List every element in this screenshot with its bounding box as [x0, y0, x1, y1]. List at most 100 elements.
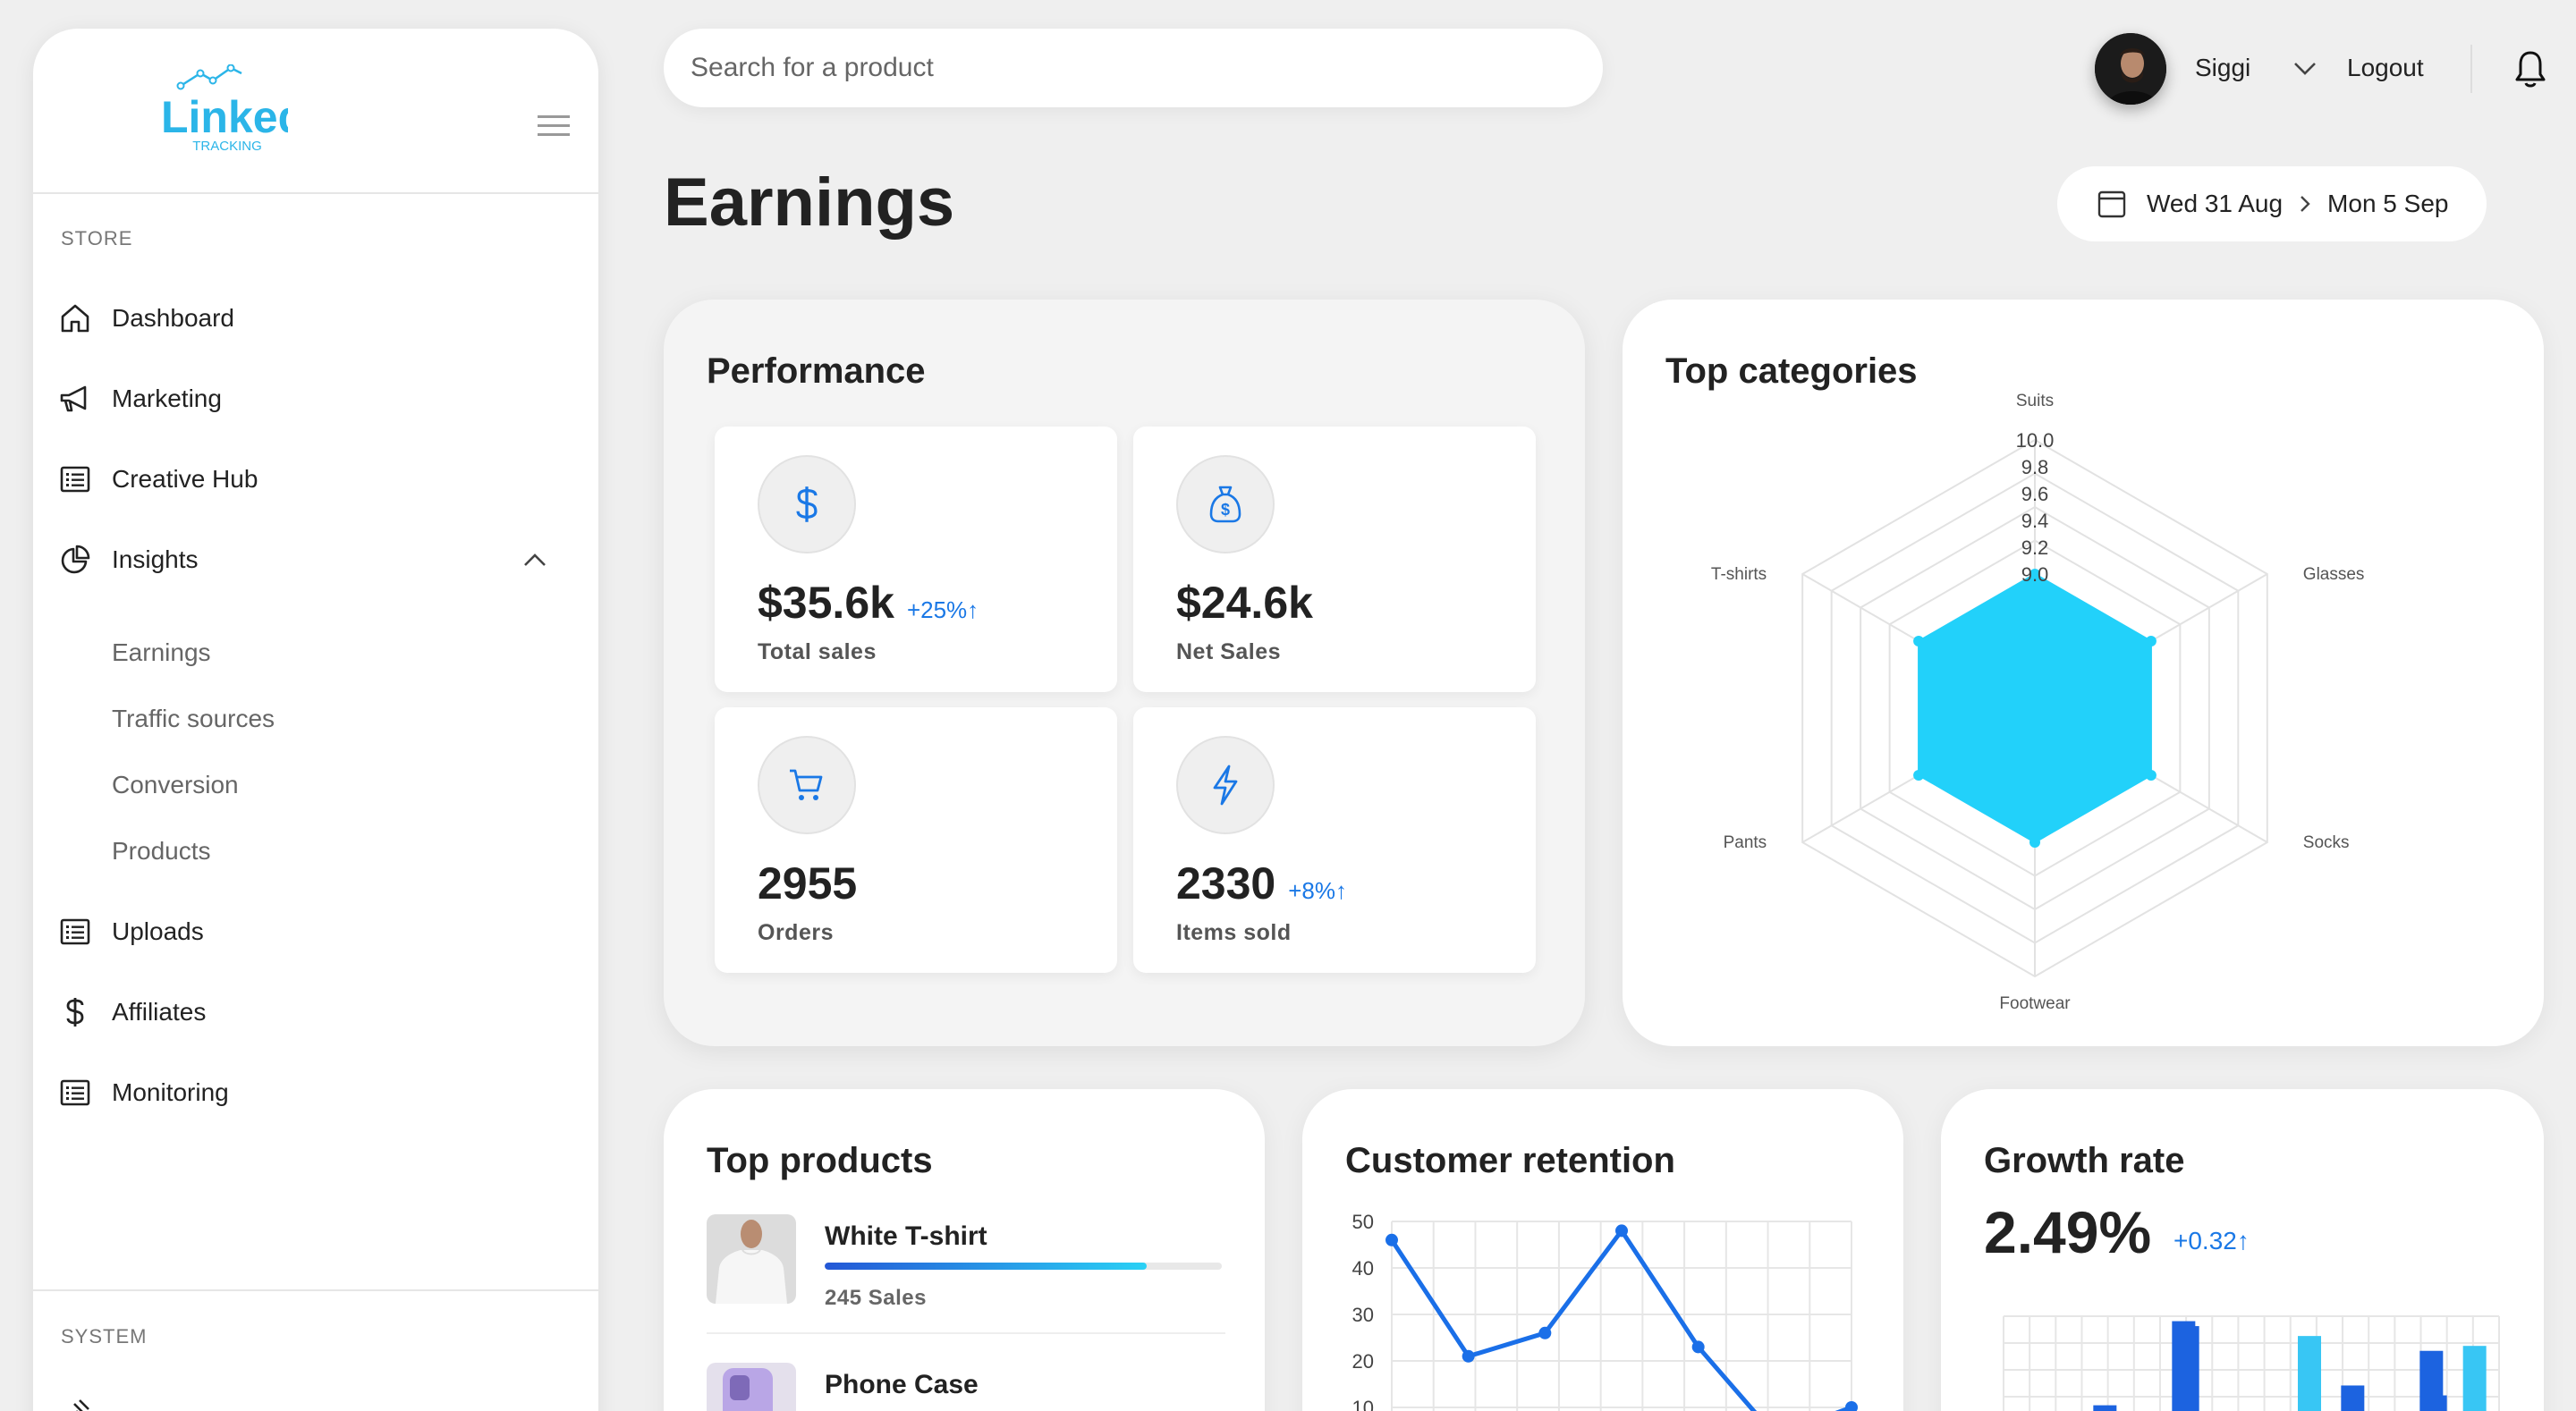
sidebar-item-insights[interactable]: Insights — [58, 533, 577, 587]
sidebar-item-dashboard[interactable]: Dashboard — [58, 291, 577, 345]
list-icon — [58, 1076, 92, 1110]
stat-card-orders[interactable]: 2955 Orders — [715, 707, 1117, 973]
svg-text:$: $ — [1221, 501, 1230, 519]
page-title: Earnings — [664, 165, 955, 241]
retention-point — [1845, 1401, 1858, 1411]
date-end: Mon 5 Sep — [2327, 190, 2449, 217]
top-products-card: Top products White T-shirt 245 Sales Pho… — [664, 1089, 1265, 1411]
product-image-white-tshirt — [707, 1214, 796, 1304]
y-tick-label: 50 — [1352, 1211, 1374, 1233]
sidebar-item-label: Uploads — [112, 917, 204, 945]
logo-text: Linked — [161, 92, 288, 142]
retention-point — [1691, 1340, 1705, 1354]
radar-point — [2145, 770, 2157, 781]
radar-tick-label: 9.8 — [2021, 456, 2049, 478]
stat-value: 2330 — [1176, 858, 1276, 908]
radar-chart: 9.0 9.2 9.4 9.6 9.8 10.0 Suits Glasses Socks Foot… — [1711, 392, 2365, 1013]
radar-point — [2029, 837, 2040, 848]
radar-tick-label: 9.6 — [2021, 483, 2049, 505]
retention-line — [1389, 1228, 1852, 1411]
radar-tick-label: 9.2 — [2021, 537, 2049, 559]
performance-title: Performance — [707, 351, 926, 391]
stat-label: Items sold — [1176, 920, 1292, 945]
radar-axis-label: T-shirts — [1711, 565, 1767, 584]
sidebar-item-label: Marketing — [112, 384, 222, 412]
pie-chart-icon — [58, 543, 92, 577]
growth-bar — [2298, 1336, 2321, 1411]
search-bar[interactable] — [664, 29, 1603, 107]
growth-bar — [2172, 1321, 2196, 1411]
growth-bar — [2419, 1350, 2444, 1411]
product-sales: 245 Sales — [825, 1286, 927, 1310]
radar-tick-label: 10.0 — [2016, 429, 2055, 452]
retention-point — [1615, 1224, 1628, 1238]
radar-axis-label: Footwear — [1999, 994, 2071, 1013]
product-row[interactable]: White T-shirt 245 Sales — [707, 1214, 1225, 1322]
chevron-up-icon[interactable] — [521, 547, 548, 574]
radar-point — [2145, 636, 2157, 646]
y-tick-label: 10 — [1352, 1397, 1374, 1411]
product-progress-bar — [825, 1263, 1222, 1270]
sidebar-subitem-products[interactable]: Products — [112, 837, 211, 866]
product-row[interactable]: Phone Case — [707, 1363, 1225, 1411]
sidebar-subitem-traffic-sources[interactable]: Traffic sources — [112, 705, 275, 733]
sidebar-item-affiliates[interactable]: Affiliates — [58, 985, 577, 1039]
home-icon — [58, 301, 92, 335]
extensions-icon — [73, 1399, 89, 1411]
stat-value: 2955 — [758, 858, 858, 908]
sidebar-item-label: Monitoring — [112, 1078, 229, 1106]
hamburger-menu-icon[interactable] — [538, 114, 570, 139]
sidebar-item-monitoring[interactable]: Monitoring — [58, 1066, 577, 1120]
megaphone-icon — [58, 382, 92, 416]
chevron-down-icon[interactable] — [2292, 55, 2318, 80]
performance-card: Performance $35.6k +25%↑ Total sales $ $2… — [664, 300, 1585, 1046]
sidebar-subitem-earnings[interactable]: Earnings — [112, 638, 211, 667]
y-tick-label: 30 — [1352, 1304, 1374, 1326]
list-icon — [58, 462, 92, 496]
linked-logo[interactable]: Linked TRACKING — [127, 64, 288, 172]
system-section-label: SYSTEM — [61, 1325, 148, 1348]
lightning-icon — [1176, 736, 1275, 834]
sidebar-item-creative-hub[interactable]: Creative Hub — [58, 452, 577, 506]
sidebar-item-label: Insights — [112, 545, 199, 573]
sidebar-item-uploads[interactable]: Uploads — [58, 905, 577, 959]
sidebar-item-marketing[interactable]: Marketing — [58, 372, 577, 426]
sidebar-item-label: Affiliates — [112, 998, 207, 1026]
store-section-label: STORE — [61, 227, 133, 249]
growth-bar-chart — [2003, 1315, 2500, 1411]
radar-point — [1913, 636, 1925, 646]
radar-tick-label: 9.4 — [2021, 510, 2049, 532]
y-tick-label: 40 — [1352, 1257, 1374, 1280]
list-icon — [58, 915, 92, 949]
calendar-icon — [2097, 190, 2126, 218]
sidebar-item-label: Dashboard — [112, 304, 234, 332]
product-image-phone-case — [707, 1363, 796, 1411]
radar-tick-label: 9.0 — [2021, 563, 2049, 586]
cart-icon — [758, 736, 856, 834]
system-divider — [33, 1289, 598, 1291]
product-name: White T-shirt — [825, 1221, 987, 1251]
stat-card-items-sold[interactable]: 2330 +8%↑ Items sold — [1133, 707, 1536, 973]
radar-axis-label: Pants — [1724, 833, 1767, 852]
stat-card-net-sales[interactable]: $ $24.6k Net Sales — [1133, 427, 1536, 692]
growth-rate-card: Growth rate 2.49% +0.32↑ — [1941, 1089, 2544, 1411]
growth-bar — [2341, 1385, 2365, 1411]
stat-card-total-sales[interactable]: $35.6k +25%↑ Total sales — [715, 427, 1117, 692]
date-range-picker[interactable]: Wed 31 Aug Mon 5 Sep — [2057, 166, 2487, 241]
retention-point — [1462, 1349, 1475, 1363]
radar-axis-label: Glasses — [2303, 565, 2365, 584]
stat-label: Orders — [758, 920, 834, 945]
radar-point — [1913, 770, 1925, 781]
retention-line-chart: 50 40 30 20 10 — [1352, 1211, 1858, 1411]
customer-retention-card: Customer retention 50 40 30 20 10 — [1302, 1089, 1903, 1411]
bell-icon[interactable] — [2513, 49, 2547, 90]
sidebar-subitem-conversion[interactable]: Conversion — [112, 771, 239, 799]
avatar[interactable] — [2095, 33, 2166, 105]
radar-axis-label: Suits — [2016, 392, 2054, 410]
growth-bar — [2462, 1346, 2487, 1411]
top-categories-card: Top categories 9.0 9.2 9.4 9.6 9.8 10.0 Suits G… — [1623, 300, 2544, 1046]
user-name[interactable]: Siggi — [2195, 54, 2250, 82]
logout-button[interactable]: Logout — [2347, 54, 2424, 82]
search-input[interactable] — [691, 53, 1496, 83]
growth-bar — [2093, 1405, 2117, 1411]
